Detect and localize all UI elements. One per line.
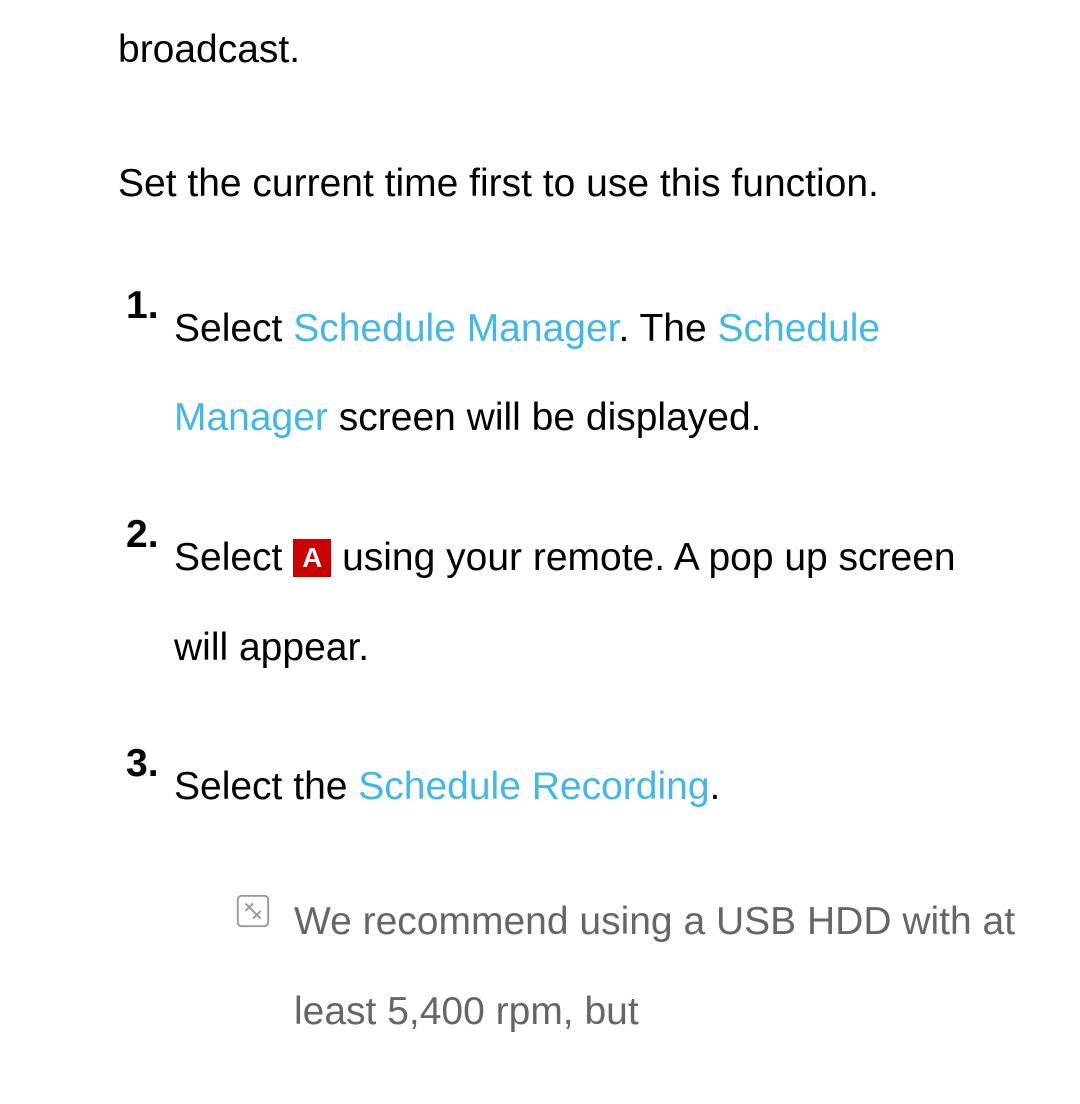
step-2: 2. Select A using your remote. A pop up … — [118, 513, 1020, 692]
intro-line-2: Set the current time first to use this f… — [118, 139, 1020, 229]
step-1-text: Select Schedule Manager. The Schedule Ma… — [174, 284, 1020, 463]
step-1-number: 1. — [118, 284, 174, 463]
step-3-number: 3. — [118, 742, 174, 1056]
remote-a-button-icon: A — [293, 539, 331, 577]
step-1-text-3: screen will be displayed. — [328, 396, 762, 439]
step-1: 1. Select Schedule Manager. The Schedule… — [118, 284, 1020, 463]
step-3-text-1: Select the — [174, 765, 358, 808]
note: We recommend using a USB HDD with at lea… — [174, 877, 1020, 1056]
step-1-text-2: . The — [618, 307, 717, 350]
document-content: broadcast. Set the current time first to… — [0, 0, 1080, 1057]
step-3-text-2: . — [710, 765, 721, 808]
note-text: We recommend using a USB HDD with at lea… — [294, 877, 1020, 1056]
step-2-text-1: Select — [174, 536, 293, 579]
step-3: 3. Select the Schedule Recording. We rec… — [118, 742, 1020, 1056]
step-1-text-1: Select — [174, 307, 293, 350]
step-3-text: Select the Schedule Recording. We recomm… — [174, 742, 1020, 1056]
step-2-number: 2. — [118, 513, 174, 692]
schedule-manager-highlight-1: Schedule Manager — [293, 307, 618, 350]
intro-line-1: broadcast. — [118, 30, 1020, 69]
schedule-recording-highlight: Schedule Recording — [358, 765, 709, 808]
step-2-text: Select A using your remote. A pop up scr… — [174, 513, 1020, 692]
note-icon — [234, 877, 276, 1056]
